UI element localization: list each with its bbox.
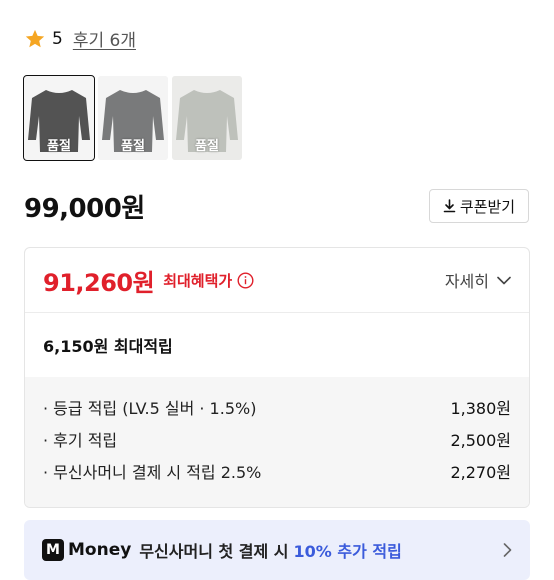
points-breakdown-list: · 등급 적립 (LV.5 실버 · 1.5%) 1,380원 · 후기 적립 … xyxy=(25,377,529,507)
detail-toggle-label: 자세히 xyxy=(444,272,489,291)
download-icon xyxy=(443,199,456,213)
points-row-value: 2,500원 xyxy=(450,431,511,450)
max-benefit-label: 최대혜택가 xyxy=(163,271,233,290)
detail-toggle-button[interactable]: 자세히 xyxy=(445,268,511,292)
rating-score: 5 xyxy=(52,28,63,49)
star-icon xyxy=(25,29,45,47)
coupon-button[interactable]: 쿠폰받기 xyxy=(429,189,529,223)
max-benefit-header: 91,260원 최대혜택가 자세히 xyxy=(25,248,529,313)
points-row-review: · 후기 적립 2,500원 xyxy=(43,423,511,455)
color-option-charcoal[interactable]: 품절 xyxy=(98,76,168,160)
points-row-grade: · 등급 적립 (LV.5 실버 · 1.5%) 1,380원 xyxy=(43,391,511,423)
chevron-right-icon xyxy=(503,543,512,557)
money-m-icon: M xyxy=(42,539,64,561)
soldout-badge: 품절 xyxy=(121,139,145,154)
color-option-gray[interactable]: 품절 xyxy=(172,76,242,160)
points-row-value: 1,380원 xyxy=(450,399,511,418)
points-row-label: · 등급 적립 (LV.5 실버 · 1.5%) xyxy=(43,399,257,418)
money-logo-text: Money xyxy=(68,540,132,560)
max-benefit-price: 91,260원 xyxy=(43,268,155,297)
money-banner-text: 무신사머니 첫 결제 시 xyxy=(139,542,289,561)
points-row-label: · 후기 적립 xyxy=(43,431,118,450)
points-row-value: 2,270원 xyxy=(450,463,511,482)
color-option-thumbnails: 품절 품절 품절 xyxy=(23,75,242,161)
coupon-button-label: 쿠폰받기 xyxy=(459,197,516,216)
soldout-badge: 품절 xyxy=(47,139,71,154)
money-banner-highlight: 10% 추가 적립 xyxy=(293,542,402,561)
info-icon[interactable] xyxy=(237,271,254,289)
rating-row: 5 후기 6개 xyxy=(24,26,136,51)
musinsa-money-banner[interactable]: M Money 무신사머니 첫 결제 시 10% 추가 적립 xyxy=(24,520,530,580)
product-price: 99,000원 xyxy=(24,194,145,224)
max-points-summary: 6,150원 최대적립 xyxy=(43,337,173,356)
points-row-label: · 무신사머니 결제 시 적립 2.5% xyxy=(43,463,262,482)
money-logo: M Money xyxy=(42,539,131,561)
chevron-down-icon xyxy=(497,276,511,284)
points-row-money: · 무신사머니 결제 시 적립 2.5% 2,270원 xyxy=(43,455,511,487)
soldout-badge: 품절 xyxy=(195,139,219,154)
color-option-black[interactable]: 품절 xyxy=(23,75,95,161)
review-count-link[interactable]: 후기 6개 xyxy=(73,26,136,51)
benefit-panel: 91,260원 최대혜택가 자세히 6,150원 최대적립 · 등급 적립 (L… xyxy=(24,247,530,508)
